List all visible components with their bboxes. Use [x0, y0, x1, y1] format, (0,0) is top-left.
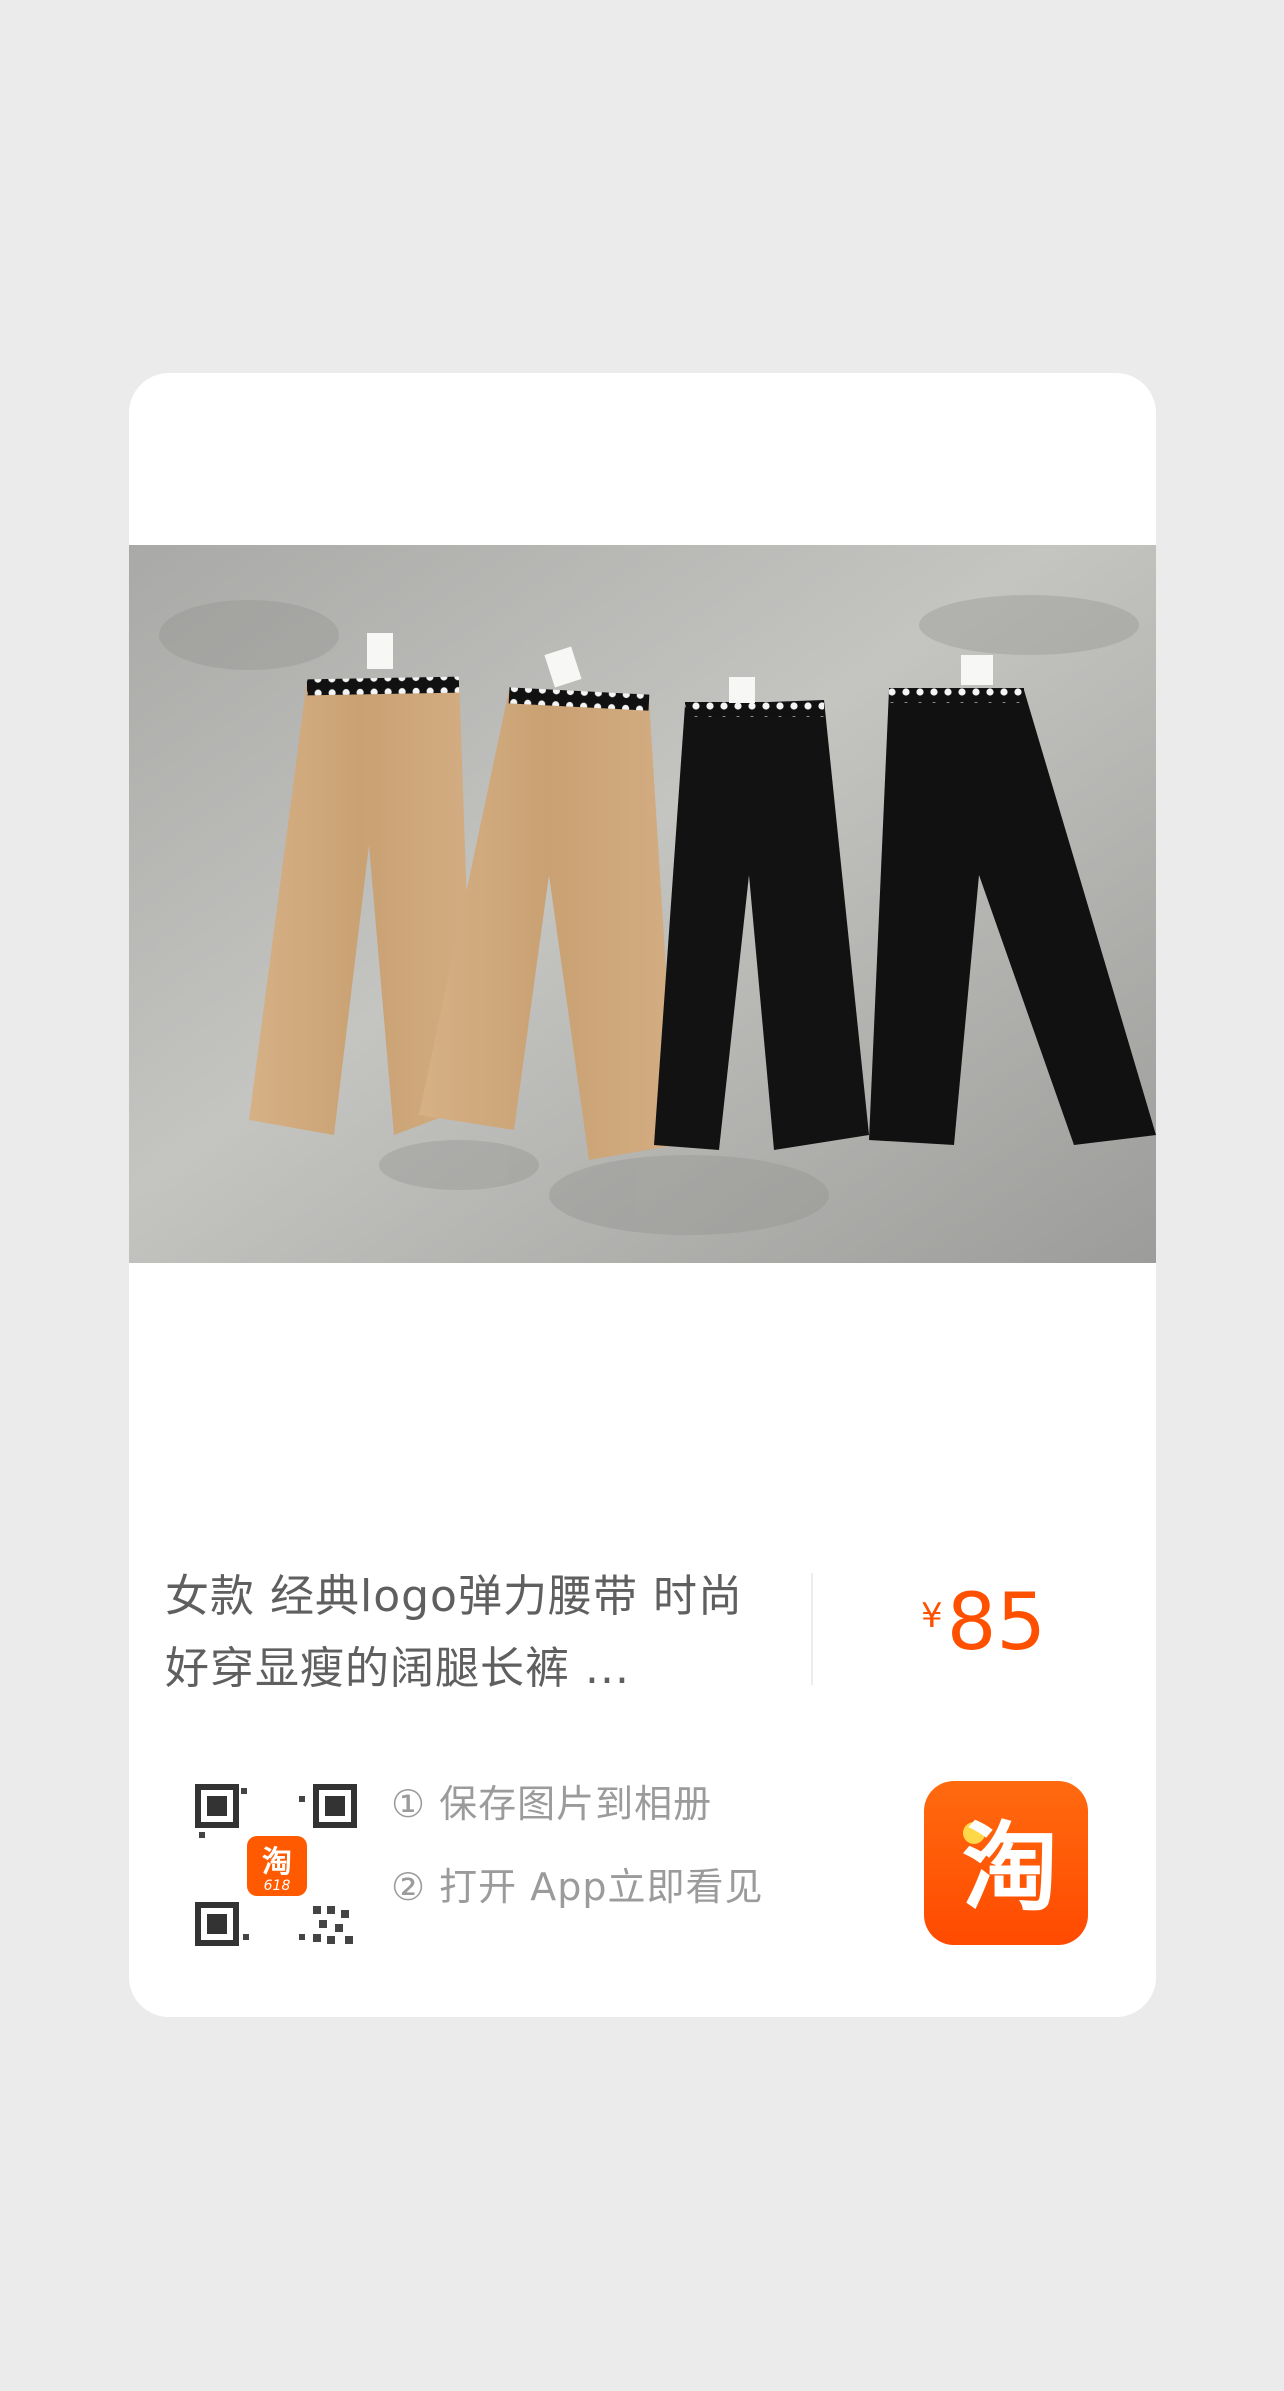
- qr-center-logo: 淘 618: [247, 1836, 307, 1896]
- qr-finder-bottom-left: [195, 1902, 239, 1946]
- qr-badge-glyph: 淘: [262, 1845, 292, 1880]
- product-price: ¥85: [811, 1578, 1156, 1668]
- taobao-glyph: 淘: [962, 1812, 1058, 1924]
- qr-finder-top-right: [313, 1784, 357, 1828]
- instruction-step-2: ② 打开 App立即看见: [391, 1865, 764, 1909]
- qr-code[interactable]: 淘 618: [195, 1784, 359, 1948]
- qr-finder-top-left: [195, 1784, 239, 1828]
- qr-badge-sub: 618: [264, 1878, 291, 1894]
- instruction-step-1: ① 保存图片到相册: [391, 1782, 713, 1826]
- price-value: 85: [946, 1578, 1046, 1668]
- currency-symbol: ¥: [921, 1596, 943, 1636]
- taobao-app-icon[interactable]: 淘: [924, 1781, 1088, 1945]
- share-card: 女款 经典logo弹力腰带 时尚好穿显瘦的阔腿长裤 ... ¥85 淘 618 …: [129, 373, 1156, 2017]
- product-image[interactable]: [129, 545, 1156, 1263]
- product-title[interactable]: 女款 经典logo弹力腰带 时尚好穿显瘦的阔腿长裤 ...: [165, 1561, 755, 1705]
